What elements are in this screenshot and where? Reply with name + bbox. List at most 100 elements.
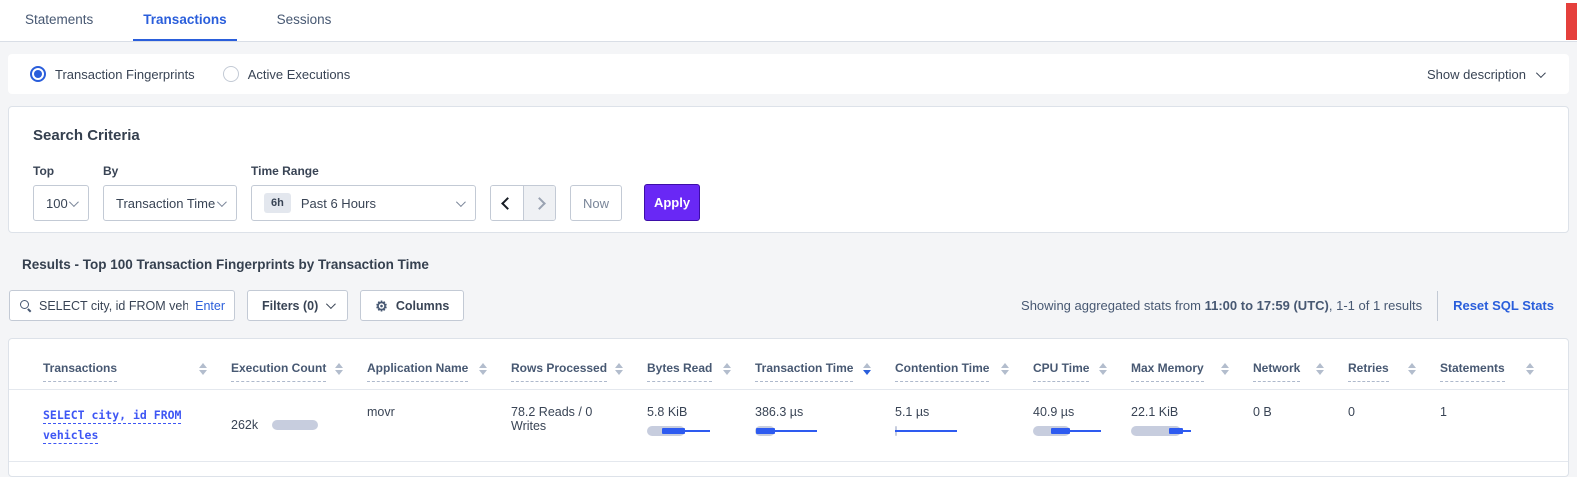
reset-sql-stats-link[interactable]: Reset SQL Stats	[1453, 298, 1554, 313]
cell-transaction-time: 386.3 µs	[755, 390, 895, 461]
gear-icon: ⚙	[375, 299, 388, 313]
contention-time-bar	[895, 426, 965, 436]
clipped-red-element	[1566, 3, 1577, 40]
top-select[interactable]: 100	[33, 185, 89, 221]
column-header-statements[interactable]: Statements	[1440, 339, 1558, 389]
results-title: Results - Top 100 Transaction Fingerprin…	[22, 257, 1569, 272]
column-header-network[interactable]: Network	[1253, 339, 1348, 389]
chevron-down-icon	[217, 197, 227, 207]
show-description-toggle[interactable]: Show description	[1427, 67, 1543, 82]
time-range-value: Past 6 Hours	[301, 196, 376, 211]
cell-transaction: SELECT city, id FROM vehicles	[43, 390, 231, 461]
tab-statements[interactable]: Statements	[15, 0, 103, 41]
search-icon	[19, 299, 32, 312]
columns-button[interactable]: ⚙ Columns	[360, 290, 464, 321]
table-row: SELECT city, id FROM vehicles 262k movr …	[9, 390, 1568, 462]
cell-retries: 0	[1348, 390, 1440, 461]
chevron-down-icon	[456, 197, 466, 207]
column-header-contention-time[interactable]: Contention Time	[895, 339, 1033, 389]
sort-icon[interactable]	[335, 363, 343, 380]
table-search-input[interactable]	[39, 299, 188, 313]
now-button[interactable]: Now	[570, 185, 622, 221]
apply-button[interactable]: Apply	[644, 184, 700, 221]
by-select[interactable]: Transaction Time	[103, 185, 237, 221]
transaction-time-bar	[755, 426, 825, 436]
stats-summary: Showing aggregated stats from 11:00 to 1…	[1021, 298, 1422, 313]
top-label: Top	[33, 164, 89, 178]
transaction-fingerprint-link[interactable]: SELECT city, id FROM vehicles	[43, 405, 181, 445]
sort-icon[interactable]	[1316, 363, 1324, 380]
tab-transactions[interactable]: Transactions	[133, 0, 236, 41]
previous-time-button[interactable]	[491, 186, 523, 220]
transactions-table-card: Transactions Execution Count Application…	[8, 338, 1569, 477]
chevron-down-icon	[1536, 68, 1546, 78]
cell-contention-time: 5.1 µs	[895, 390, 1033, 461]
cell-application-name: movr	[367, 390, 511, 461]
top-select-value: 100	[46, 196, 68, 211]
radio-transaction-fingerprints[interactable]: Transaction Fingerprints	[30, 66, 195, 82]
transactions-page: Statements Transactions Sessions Transac…	[0, 0, 1577, 472]
radio-selected-icon	[30, 66, 46, 82]
sort-icon[interactable]	[1001, 363, 1009, 380]
tab-sessions[interactable]: Sessions	[267, 0, 342, 41]
execution-count-bar	[272, 420, 320, 430]
time-range-select[interactable]: 6h Past 6 Hours	[251, 185, 476, 221]
sort-icon[interactable]	[479, 363, 487, 380]
table-search-box: Enter	[9, 290, 235, 321]
sort-icon-active-desc[interactable]	[863, 363, 871, 380]
column-header-retries[interactable]: Retries	[1348, 339, 1440, 389]
column-header-transaction-time[interactable]: Transaction Time	[755, 339, 895, 389]
column-header-execution-count[interactable]: Execution Count	[231, 339, 367, 389]
cell-cpu-time: 40.9 µs	[1033, 390, 1131, 461]
by-label: By	[103, 164, 237, 178]
radio-label: Active Executions	[248, 67, 351, 82]
table-header-row: Transactions Execution Count Application…	[9, 339, 1568, 390]
sort-icon[interactable]	[723, 363, 731, 380]
sort-icon[interactable]	[615, 363, 623, 380]
time-range-field: Time Range 6h Past 6 Hours	[251, 164, 476, 221]
next-time-button[interactable]	[523, 186, 555, 220]
filters-label: Filters (0)	[262, 299, 318, 313]
column-header-cpu-time[interactable]: CPU Time	[1033, 339, 1131, 389]
column-header-max-memory[interactable]: Max Memory	[1131, 339, 1253, 389]
filters-button[interactable]: Filters (0)	[247, 290, 348, 321]
top-field: Top 100	[33, 164, 89, 221]
chevron-down-icon	[326, 299, 336, 309]
sort-icon[interactable]	[1408, 363, 1416, 380]
results-controls-row: Enter Filters (0) ⚙ Columns Showing aggr…	[8, 290, 1569, 321]
columns-label: Columns	[396, 299, 449, 313]
column-header-rows-processed[interactable]: Rows Processed	[511, 339, 647, 389]
by-field: By Transaction Time	[103, 164, 237, 221]
search-criteria-form: Top 100 By Transaction Time Time Range 6…	[33, 164, 1544, 221]
column-header-application-name[interactable]: Application Name	[367, 339, 511, 389]
view-toggle-strip: Transaction Fingerprints Active Executio…	[8, 54, 1569, 94]
time-range-badge: 6h	[264, 193, 291, 213]
cell-rows-processed: 78.2 Reads / 0 Writes	[511, 390, 647, 461]
show-description-label: Show description	[1427, 67, 1526, 82]
sort-icon[interactable]	[1221, 363, 1229, 380]
sort-icon[interactable]	[199, 363, 207, 380]
bytes-read-bar	[647, 426, 717, 436]
by-select-value: Transaction Time	[116, 196, 215, 211]
vertical-divider	[1437, 291, 1438, 321]
radio-unselected-icon	[223, 66, 239, 82]
cell-max-memory: 22.1 KiB	[1131, 390, 1253, 461]
chevron-down-icon	[69, 197, 79, 207]
view-radio-group: Transaction Fingerprints Active Executio…	[30, 66, 350, 82]
chevron-right-icon	[533, 197, 546, 210]
stats-summary-area: Showing aggregated stats from 11:00 to 1…	[1021, 291, 1568, 321]
cell-execution-count: 262k	[231, 390, 367, 461]
top-tab-bar: Statements Transactions Sessions	[0, 0, 1577, 42]
radio-active-executions[interactable]: Active Executions	[223, 66, 351, 82]
chevron-left-icon	[501, 197, 514, 210]
column-header-bytes-read[interactable]: Bytes Read	[647, 339, 755, 389]
cell-bytes-read: 5.8 KiB	[647, 390, 755, 461]
sort-icon[interactable]	[1099, 363, 1107, 380]
max-memory-bar	[1131, 426, 1201, 436]
cell-network: 0 B	[1253, 390, 1348, 461]
sort-icon[interactable]	[1526, 363, 1534, 380]
column-header-transactions[interactable]: Transactions	[43, 339, 231, 389]
time-step-buttons	[490, 185, 556, 221]
cpu-time-bar	[1033, 426, 1103, 436]
enter-button[interactable]: Enter	[195, 299, 225, 313]
